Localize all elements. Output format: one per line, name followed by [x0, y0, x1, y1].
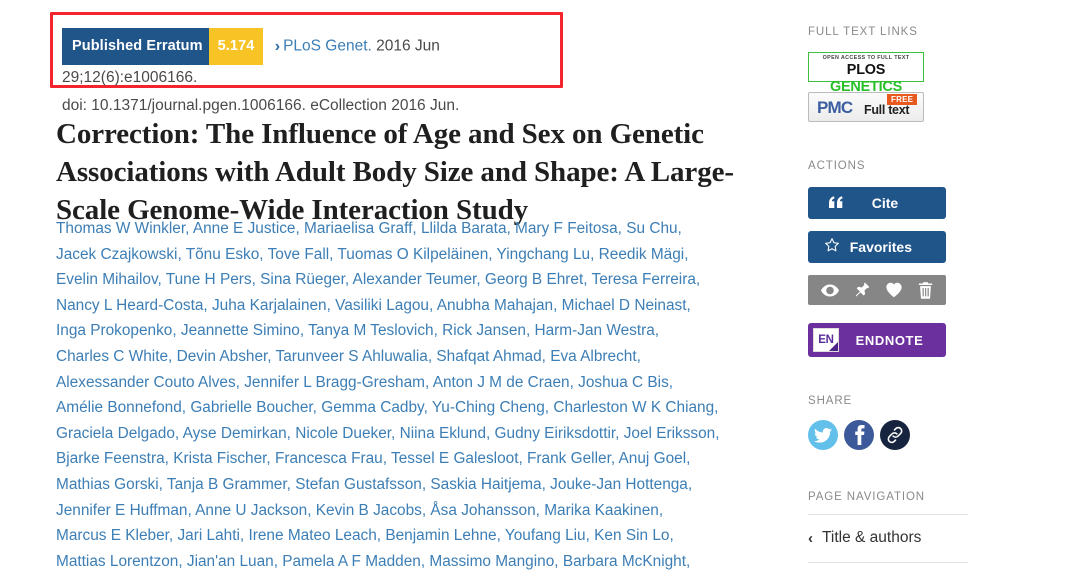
publication-type-badges: Published Erratum 5.174	[62, 28, 268, 65]
author-line[interactable]: Mathias Gorski, Tanja B Grammer, Stefan …	[56, 472, 756, 498]
author-line[interactable]: Carolina Medina-Gomez, Keri L Monda, May…	[56, 574, 756, 578]
pmc-logo-text: PMC	[817, 98, 853, 117]
author-line[interactable]: Inga Prokopenko, Jeannette Simino, Tanya…	[56, 318, 756, 344]
plos-genetics-link[interactable]: OPEN ACCESS TO FULL TEXT PLOS GENETICS	[808, 52, 924, 95]
cite-button[interactable]: Cite	[808, 187, 946, 219]
pmc-free-badge: FREE	[887, 94, 918, 105]
impact-factor-badge: 5.174	[208, 28, 264, 65]
plos-open-access-label: OPEN ACCESS TO FULL TEXT	[822, 55, 910, 61]
author-line[interactable]: Thomas W Winkler, Anne E Justice, Mariae…	[56, 216, 756, 242]
citation-block: Published Erratum 5.174 › PLoS Genet. 2016…	[62, 28, 562, 119]
journal-link[interactable]: PLoS Genet.	[283, 38, 372, 55]
author-line[interactable]: Nancy L Heard-Costa, Juha Karjalainen, V…	[56, 293, 756, 319]
author-line[interactable]: Jennifer E Huffman, Anne U Jackson, Kevi…	[56, 498, 756, 524]
share-icon-group	[808, 420, 910, 450]
pubmed-article-page: Published Erratum 5.174 › PLoS Genet. 2016…	[0, 0, 1080, 578]
endnote-icon: EN	[813, 328, 839, 352]
pmc-full-text-label: Full text	[864, 103, 910, 117]
author-line[interactable]: Charles C White, Devin Absher, Tarunveer…	[56, 344, 756, 370]
endnote-button[interactable]: EN ENDNOTE	[808, 323, 946, 357]
chevron-left-icon: ‹	[808, 529, 813, 547]
share-heading: SHARE	[808, 395, 853, 407]
twitter-icon[interactable]	[808, 420, 838, 450]
pmc-full-text-link[interactable]: PMC Full text FREE	[808, 92, 924, 122]
divider	[808, 514, 968, 515]
author-line[interactable]: Graciela Delgado, Ayse Demirkan, Nicole …	[56, 421, 756, 447]
pin-icon[interactable]	[854, 281, 870, 299]
favorites-button[interactable]: Favorites	[808, 231, 946, 263]
full-text-links-heading: FULL TEXT LINKS	[808, 26, 918, 38]
page-title: Correction: The Influence of Age and Sex…	[56, 118, 734, 227]
endnote-button-label: ENDNOTE	[855, 332, 924, 348]
chevron-right-icon: ›	[274, 37, 281, 55]
nav-item-label: Title & authors	[822, 529, 922, 546]
author-line[interactable]: Jacek Czajkowski, Tõnu Esko, Tove Fall, …	[56, 242, 756, 268]
eye-icon[interactable]	[821, 284, 840, 297]
cite-button-label: Cite	[871, 195, 899, 211]
article-action-icon-bar	[808, 275, 946, 305]
star-icon	[814, 237, 850, 257]
heart-icon[interactable]	[885, 282, 903, 298]
favorites-button-label: Favorites	[849, 239, 912, 255]
author-list: Thomas W Winkler, Anne E Justice, Mariae…	[56, 216, 756, 578]
facebook-icon[interactable]	[844, 420, 874, 450]
author-line[interactable]: Amélie Bonnefond, Gabrielle Boucher, Gem…	[56, 395, 756, 421]
author-line[interactable]: Bjarke Feenstra, Krista Fischer, Frances…	[56, 446, 756, 472]
author-line[interactable]: Marcus E Kleber, Jari Lahti, Irene Mateo…	[56, 523, 756, 549]
author-line[interactable]: Mattias Lorentzon, Jian'an Luan, Pamela …	[56, 549, 756, 575]
author-line[interactable]: Alexessander Couto Alves, Jennifer L Bra…	[56, 370, 756, 396]
divider	[808, 562, 968, 563]
trash-icon[interactable]	[918, 281, 933, 299]
endnote-corner-icon	[829, 342, 838, 351]
author-line[interactable]: Evelin Mihailov, Tune H Pers, Sina Rüege…	[56, 267, 756, 293]
actions-heading: ACTIONS	[808, 160, 866, 172]
plos-word-plos: PLOS	[846, 62, 886, 78]
nav-item-title-and-authors[interactable]: ‹ Title & authors	[808, 529, 921, 547]
page-navigation-heading: PAGE NAVIGATION	[808, 491, 926, 503]
link-icon[interactable]	[880, 420, 910, 450]
quote-icon	[814, 195, 858, 212]
publication-type-badge: Published Erratum	[62, 28, 213, 65]
plos-logo-text: PLOS GENETICS	[809, 62, 923, 96]
